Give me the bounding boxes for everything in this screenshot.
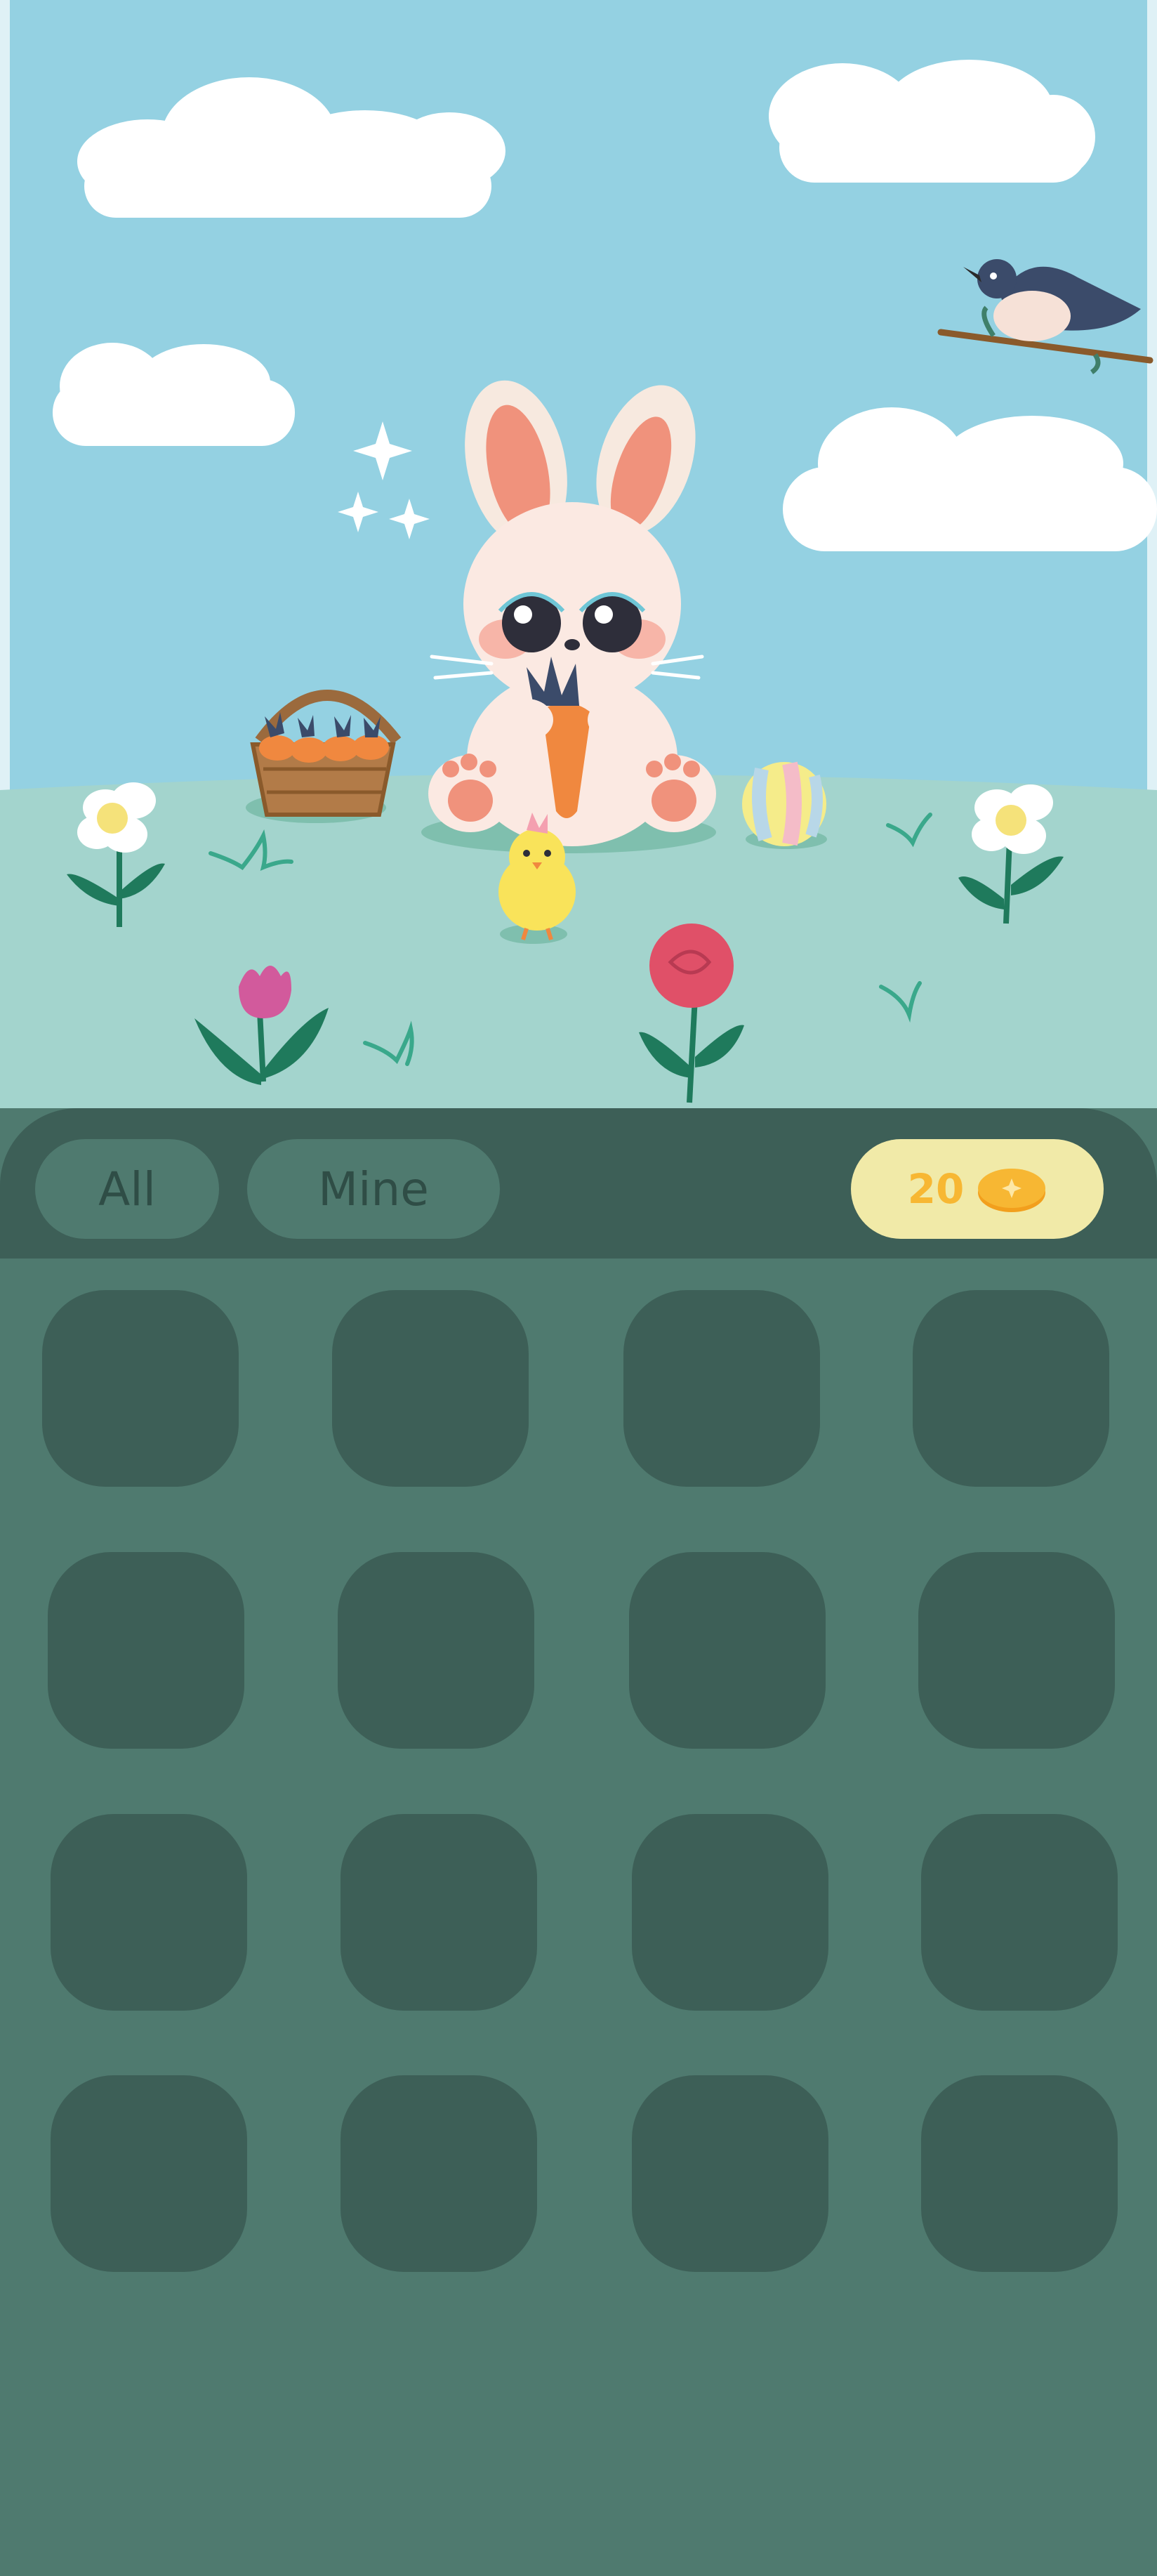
ball-icon xyxy=(742,761,827,849)
garden-scene xyxy=(0,0,1157,1138)
item-slot[interactable] xyxy=(632,2075,828,2272)
item-slot[interactable] xyxy=(921,2075,1118,2272)
item-slot[interactable] xyxy=(913,1290,1109,1487)
coin-count: 20 xyxy=(907,1165,965,1213)
item-panel: All Mine 20 xyxy=(0,1108,1157,2576)
item-slot[interactable] xyxy=(632,1814,828,2011)
item-slot[interactable] xyxy=(332,1290,529,1487)
item-slot[interactable] xyxy=(341,2075,537,2272)
item-slot[interactable] xyxy=(918,1552,1115,1749)
tab-mine[interactable]: Mine xyxy=(247,1139,500,1239)
item-slot[interactable] xyxy=(51,1814,247,2011)
item-slot[interactable] xyxy=(48,1552,244,1749)
item-slot[interactable] xyxy=(629,1552,826,1749)
item-slot[interactable] xyxy=(338,1552,534,1749)
coin-icon xyxy=(978,1169,1046,1212)
panel-header: All Mine 20 xyxy=(0,1108,1157,1259)
scene-illustration xyxy=(0,0,1157,1138)
tab-all-label: All xyxy=(98,1162,156,1216)
tab-all[interactable]: All xyxy=(35,1139,219,1239)
tab-mine-label: Mine xyxy=(318,1162,429,1216)
item-slot[interactable] xyxy=(341,1814,537,2011)
item-slot[interactable] xyxy=(623,1290,820,1487)
item-slot[interactable] xyxy=(42,1290,239,1487)
coin-balance-button[interactable]: 20 xyxy=(851,1139,1104,1239)
item-slot[interactable] xyxy=(51,2075,247,2272)
item-slot[interactable] xyxy=(921,1814,1118,2011)
